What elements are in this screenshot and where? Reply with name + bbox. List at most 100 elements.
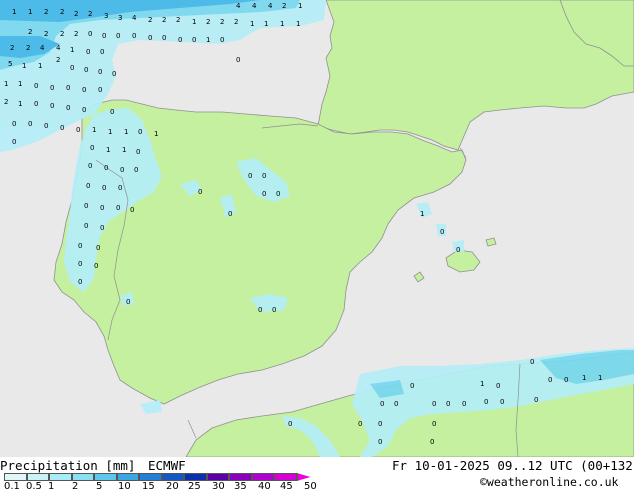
precip-value: 0 xyxy=(456,246,460,254)
precip-value: 2 xyxy=(28,28,32,36)
precip-value: 0 xyxy=(548,376,552,384)
precip-value: 4 xyxy=(236,2,241,10)
precip-value: 0 xyxy=(132,32,136,40)
precip-value: 1 xyxy=(38,62,42,70)
precip-value: 4 xyxy=(132,14,137,22)
legend-label: 40 xyxy=(258,481,271,492)
precip-value: 0 xyxy=(70,64,74,72)
precip-value: 0 xyxy=(378,420,382,428)
precip-value: 0 xyxy=(12,120,16,128)
precip-value: 2 xyxy=(282,2,286,10)
precip-value: 1 xyxy=(106,146,110,154)
precip-value: 0 xyxy=(98,86,102,94)
precip-value: 2 xyxy=(74,30,78,38)
precip-value: 0 xyxy=(44,122,48,130)
precip-value: 0 xyxy=(82,106,86,114)
precip-value: 0 xyxy=(116,32,120,40)
precip-value: 2 xyxy=(60,30,64,38)
precip-value: 1 xyxy=(124,128,128,136)
precip-value: 0 xyxy=(564,376,568,384)
precip-value: 0 xyxy=(380,400,384,408)
legend-label: 1 xyxy=(48,481,55,492)
precip-value: 0 xyxy=(50,102,54,110)
precip-value: 2 xyxy=(234,18,238,26)
precip-value: 2 xyxy=(60,8,64,16)
precip-value: 0 xyxy=(272,306,276,314)
precip-value: 0 xyxy=(430,438,434,446)
precip-value: 0 xyxy=(118,184,122,192)
legend-labels: 0.1 0.5 1 2 5 10 15 20 25 30 35 40 45 50 xyxy=(0,479,340,492)
precip-value: 4 xyxy=(40,44,45,52)
precip-value: 0 xyxy=(76,126,80,134)
footer-bar: Precipitation [mm] ECMWF Fr 10-01-2025 0… xyxy=(0,457,634,492)
precip-value: 1 xyxy=(264,20,268,28)
legend-label: 10 xyxy=(118,481,131,492)
precip-value: 0 xyxy=(178,36,182,44)
precip-value: 2 xyxy=(4,98,8,106)
precip-value: 0 xyxy=(378,438,382,446)
precip-value: 0 xyxy=(110,108,114,116)
precip-value: 0 xyxy=(88,30,92,38)
precip-value: 1 xyxy=(192,18,196,26)
precip-value: 1 xyxy=(154,130,158,138)
precip-value: 0 xyxy=(102,32,106,40)
precip-value: 0 xyxy=(134,166,138,174)
precip-value: 0 xyxy=(102,184,106,192)
precip-value: 1 xyxy=(70,46,74,54)
model-name: ECMWF xyxy=(148,458,186,473)
precip-value: 0 xyxy=(432,420,436,428)
precipitation-map[interactable]: 1122223342221222111144421222200000000100… xyxy=(0,0,634,458)
precip-value: 0 xyxy=(262,190,266,198)
precip-value: 0 xyxy=(162,34,166,42)
precip-value: 0 xyxy=(258,306,262,314)
legend-label: 25 xyxy=(188,481,201,492)
precip-value: 0 xyxy=(394,400,398,408)
precip-value: 0 xyxy=(138,128,142,136)
precip-value: 0 xyxy=(100,48,104,56)
precip-value: 0 xyxy=(446,400,450,408)
precip-value: 0 xyxy=(228,210,232,218)
precip-value: 2 xyxy=(26,44,30,52)
precip-value: 1 xyxy=(280,20,284,28)
precip-value: 0 xyxy=(248,172,252,180)
precip-value: 0 xyxy=(198,188,202,196)
precip-value: 0 xyxy=(78,260,82,268)
precip-value: 0 xyxy=(530,358,534,366)
precip-value: 0 xyxy=(86,182,90,190)
precip-value: 2 xyxy=(148,16,152,24)
precip-value: 1 xyxy=(22,62,26,70)
credit-link[interactable]: ©weatheronline.co.uk xyxy=(480,475,618,489)
legend-label: 45 xyxy=(280,481,293,492)
precip-value: 2 xyxy=(56,56,60,64)
precip-value: 0 xyxy=(496,382,500,390)
precip-value: 0 xyxy=(100,204,104,212)
precip-value: 0 xyxy=(500,398,504,406)
precip-value: 0 xyxy=(440,228,444,236)
precip-value: 1 xyxy=(206,36,210,44)
precip-value: 0 xyxy=(34,82,38,90)
precip-value: 0 xyxy=(120,166,124,174)
precip-value: 0 xyxy=(126,298,130,306)
legend-label: 35 xyxy=(234,481,247,492)
precip-value: 0 xyxy=(236,56,240,64)
precip-value: 2 xyxy=(44,8,48,16)
precip-value: 1 xyxy=(298,2,302,10)
precip-value: 0 xyxy=(90,144,94,152)
precip-value: 0 xyxy=(220,36,224,44)
precip-value: 1 xyxy=(250,20,254,28)
precip-value: 0 xyxy=(12,138,16,146)
precip-value: 0 xyxy=(484,398,488,406)
precip-value: 0 xyxy=(50,84,54,92)
precip-value: 0 xyxy=(84,66,88,74)
precip-value: 2 xyxy=(10,44,14,52)
legend-label: 15 xyxy=(142,481,155,492)
precip-value: 0 xyxy=(462,400,466,408)
precip-value: 0 xyxy=(276,190,280,198)
precip-value: 0 xyxy=(112,70,116,78)
precip-value: 2 xyxy=(176,16,180,24)
map-title: Precipitation [mm] xyxy=(0,458,136,473)
precip-value: 0 xyxy=(410,382,414,390)
precip-value: 4 xyxy=(268,2,273,10)
legend-label: 0.1 xyxy=(4,481,20,492)
precip-value: 3 xyxy=(118,14,122,22)
